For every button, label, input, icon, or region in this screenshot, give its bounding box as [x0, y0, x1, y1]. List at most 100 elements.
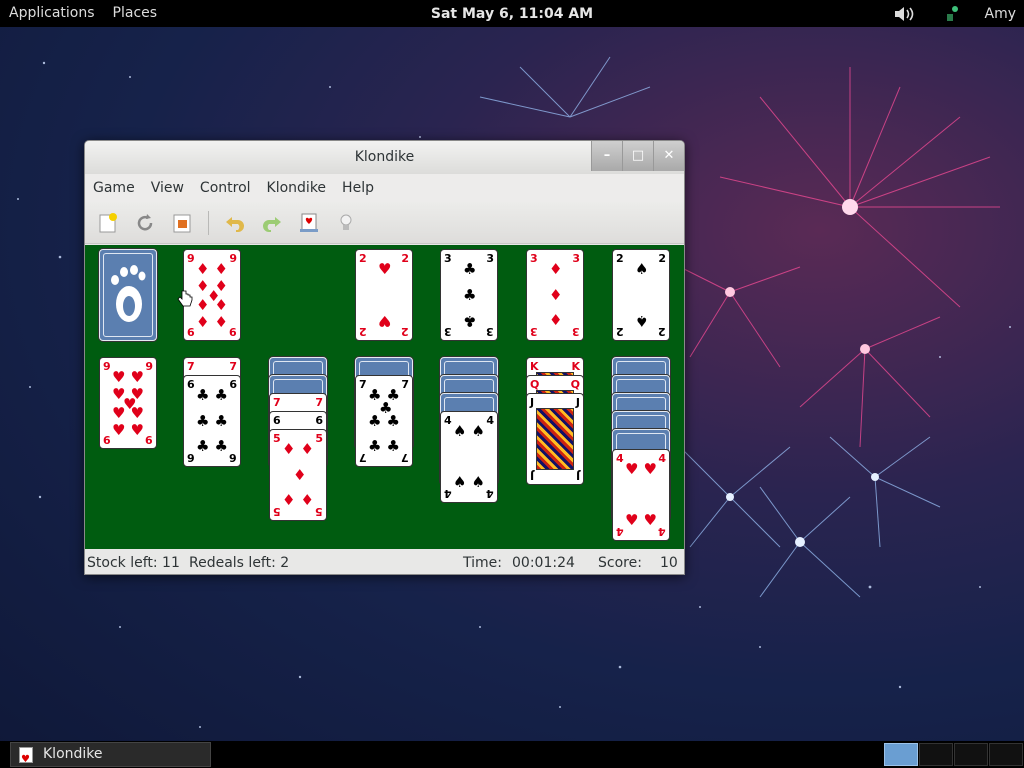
card-rank: 4 [658, 525, 666, 538]
workspace-2[interactable] [919, 743, 953, 766]
gnome-foot-icon [111, 265, 146, 322]
stock-pile[interactable] [99, 249, 157, 341]
redo-icon[interactable] [259, 210, 285, 236]
card-rank: J [575, 396, 580, 409]
card-pips: ♣ ♣ ♣ [463, 260, 477, 331]
card-rank: 6 [273, 414, 281, 427]
status-area: Amy [893, 0, 1017, 27]
restart-icon[interactable] [132, 210, 158, 236]
applications-menu[interactable]: Applications [0, 0, 104, 27]
card-rank: Q [530, 378, 540, 391]
card-rank: 7 [315, 396, 323, 409]
tableau-card[interactable]: 4 4 4 4 ♠ ♠ ♠ ♠ [440, 411, 498, 503]
foundation-hearts[interactable]: 2 2 2 2 ♥ ♥ [355, 249, 413, 341]
foundation-diamonds[interactable]: 3 3 3 3 ♦ ♦ ♦ [526, 249, 584, 341]
game-board: 9 9 9 9 ♦ ♦ ♦ ♦ ♦ ♦ ♦ ♦ ♦ 2 2 2 2 ♥ ♥ 3 … [85, 245, 684, 549]
card-rank: 6 [229, 378, 237, 391]
user-menu[interactable]: Amy [985, 6, 1017, 22]
workspace-3[interactable] [954, 743, 988, 766]
select-game-icon[interactable] [169, 210, 195, 236]
foundation-spades[interactable]: 2 2 2 2 ♠ ♠ [612, 249, 670, 341]
window-title: Klondike [354, 149, 415, 165]
workspace-1[interactable] [884, 743, 918, 766]
card-rank: K [530, 360, 539, 373]
card-rank: 6 [229, 451, 237, 464]
card-rank: 4 [658, 452, 666, 465]
window-controls: – □ ✕ [591, 141, 684, 171]
card-rank: 7 [401, 451, 409, 464]
hint-icon[interactable] [333, 210, 359, 236]
card-rank: J [530, 469, 535, 482]
toolbar [85, 202, 684, 244]
card-rank: 3 [486, 325, 494, 338]
taskbar-klondike-button[interactable]: Klondike [10, 742, 211, 768]
card-rank: J [575, 469, 580, 482]
close-button[interactable]: ✕ [653, 141, 684, 171]
card-rank: 4 [486, 414, 494, 427]
maximize-button[interactable]: □ [622, 141, 653, 171]
menu-help[interactable]: Help [334, 180, 382, 196]
tableau-card[interactable]: 6 6 6 6 ♣ ♣ ♣ ♣ ♣ ♣ [183, 375, 241, 467]
menu-control[interactable]: Control [192, 180, 259, 196]
card-rank: 3 [572, 325, 580, 338]
tableau-card[interactable]: 9 9 9 9 ♥ ♥ ♥ ♥ ♥ ♥ ♥ ♥ ♥ [99, 357, 157, 449]
card-pips: ♥ ♥ ♥ ♥ [625, 460, 657, 529]
card-rank: 2 [401, 252, 409, 265]
card-pips: ♥ ♥ [378, 260, 392, 331]
status-bar: Stock left: 11 Redeals left: 2 Time: 00:… [85, 549, 684, 574]
card-pips: ♥ ♥ ♥ ♥ ♥ ♥ ♥ ♥ ♥ [112, 368, 144, 439]
clock[interactable]: Sat May 6, 11:04 AM [431, 6, 593, 22]
score-label: Score: [598, 555, 642, 571]
menu-klondike[interactable]: Klondike [259, 180, 335, 196]
minimize-button[interactable]: – [591, 141, 622, 171]
foundation-clubs[interactable]: 3 3 3 3 ♣ ♣ ♣ [440, 249, 498, 341]
card-rank: 3 [486, 252, 494, 265]
card-rank: 5 [315, 505, 323, 518]
card-rank: 2 [658, 252, 666, 265]
card-rank: 9 [145, 360, 153, 373]
card-rank: 7 [229, 360, 237, 373]
score-value: 10 [660, 555, 678, 571]
jack-face [536, 408, 574, 470]
card-rank: 9 [229, 325, 237, 338]
card-rank: Q [570, 378, 580, 391]
card-pips: ♠ ♠ ♠ ♠ [453, 422, 485, 491]
card-rank: K [571, 360, 580, 373]
tableau-card[interactable]: 5 5 5 5 ♦ ♦ ♦ ♦ ♦ [269, 429, 327, 521]
deal-icon[interactable] [296, 210, 322, 236]
stock-left-label: Stock left: 11 [87, 555, 180, 571]
tableau-card[interactable]: 7 7 7 7 ♣ ♣ ♣ ♣ ♣ ♣ ♣ [355, 375, 413, 467]
klondike-window: Klondike – □ ✕ Game View Control Klondik… [84, 140, 685, 575]
volume-icon[interactable] [893, 4, 917, 24]
card-pips: ♣ ♣ ♣ ♣ ♣ ♣ [196, 386, 228, 455]
menu-view[interactable]: View [143, 180, 192, 196]
card-rank: 2 [658, 325, 666, 338]
card-rank: 7 [187, 360, 195, 373]
places-menu[interactable]: Places [104, 0, 167, 27]
card-rank: 5 [315, 432, 323, 445]
card-rank: 9 [229, 252, 237, 265]
card-pips: ♦ ♦ ♦ ♦ ♦ ♦ ♦ ♦ ♦ [196, 260, 228, 331]
menu-game[interactable]: Game [85, 180, 143, 196]
card-rank: 6 [315, 414, 323, 427]
card-rank: 7 [401, 378, 409, 391]
card-pips: ♠ ♠ [635, 260, 649, 331]
hand-cursor-icon [177, 290, 193, 307]
tableau-card[interactable]: J J J J [526, 393, 584, 485]
workspace-4[interactable] [989, 743, 1023, 766]
bottom-taskbar: Klondike [0, 741, 1024, 768]
time-value: 00:01:24 [512, 555, 575, 571]
window-titlebar[interactable]: Klondike – □ ✕ [85, 141, 684, 174]
card-pips: ♣ ♣ ♣ ♣ ♣ ♣ ♣ [368, 386, 400, 455]
new-game-icon[interactable] [95, 210, 121, 236]
klondike-app-icon [19, 747, 33, 768]
network-icon[interactable] [939, 4, 963, 24]
card-rank: 7 [273, 396, 281, 409]
card-rank: 9 [145, 433, 153, 446]
card-pips: ♦ ♦ ♦ ♦ ♦ [282, 440, 314, 509]
tableau-card[interactable]: 4 4 4 4 ♥ ♥ ♥ ♥ [612, 449, 670, 541]
undo-icon[interactable] [222, 210, 248, 236]
card-rank: 3 [572, 252, 580, 265]
card-rank: J [530, 396, 535, 409]
card-pips: ♦ ♦ ♦ [549, 260, 563, 329]
